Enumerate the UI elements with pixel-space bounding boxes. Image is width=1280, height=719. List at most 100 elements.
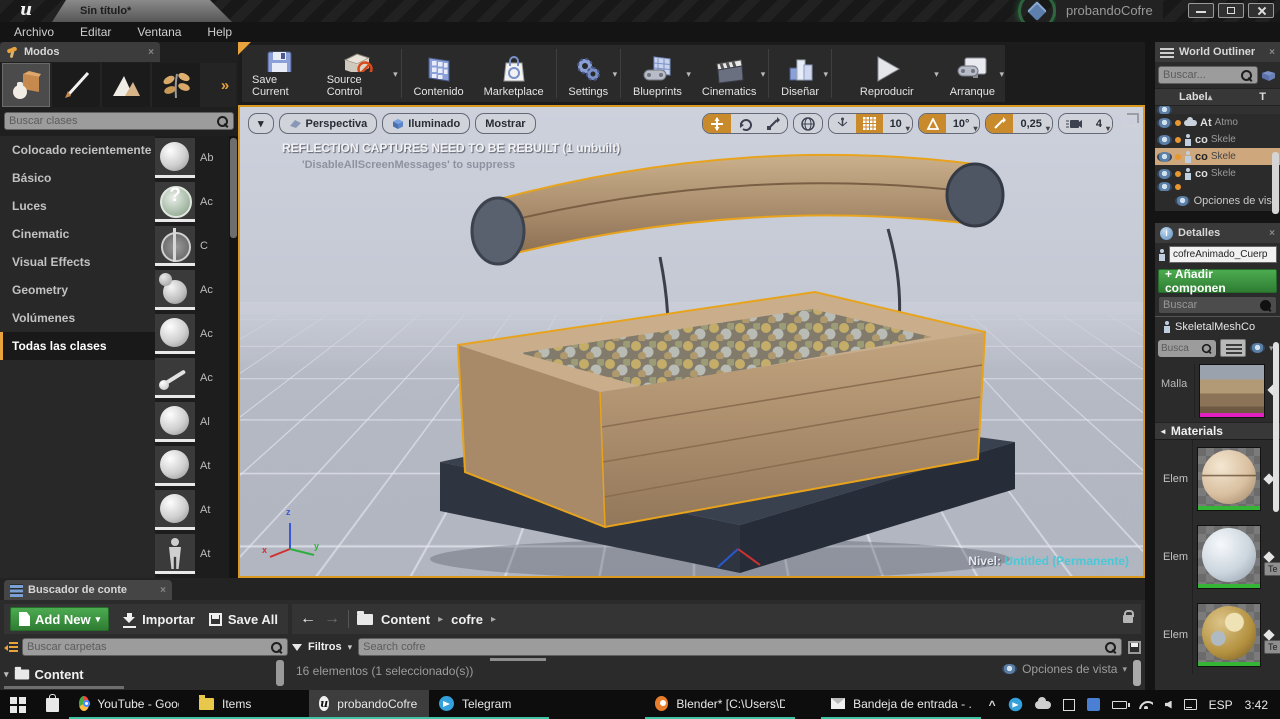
save-all-button[interactable]: Save All	[209, 612, 278, 627]
outliner-row-clipped[interactable]	[1155, 106, 1280, 114]
content-folder-row[interactable]: ▾ Content	[4, 662, 274, 686]
task-blender[interactable]: Blender* [C:\Users\D...	[645, 690, 795, 719]
material-thumbnail[interactable]	[1197, 603, 1261, 667]
close-icon[interactable]: ×	[160, 585, 166, 596]
filters-button[interactable]: Filtros	[308, 641, 342, 653]
task-unreal-active[interactable]: u probandoCofre - Unr...	[309, 690, 429, 719]
chevron-down-icon[interactable]: ▾	[999, 69, 1004, 80]
visibility-eye-icon[interactable]	[1157, 135, 1172, 145]
battery-icon[interactable]	[1112, 701, 1127, 709]
perspective-button[interactable]: Perspectiva	[279, 113, 378, 134]
folder-tree-hscrollbar[interactable]	[4, 686, 124, 689]
onedrive-icon[interactable]	[1035, 701, 1051, 709]
mesh-thumbnail[interactable]	[1199, 364, 1265, 418]
marketplace-button[interactable]: Marketplace	[474, 45, 554, 102]
chevron-down-icon[interactable]: ▾	[393, 69, 398, 80]
tray-app-icon[interactable]	[1063, 699, 1075, 711]
menu-help[interactable]: Help	[207, 25, 232, 39]
create-folder-icon[interactable]	[1261, 68, 1277, 82]
visibility-eye-icon[interactable]	[1157, 106, 1172, 114]
world-local-toggle-button[interactable]	[794, 114, 822, 133]
chevron-down-icon[interactable]: ▾	[348, 642, 353, 653]
category-item[interactable]: Volúmenes	[0, 304, 155, 332]
actor-name-field[interactable]	[1169, 246, 1277, 263]
close-icon[interactable]: ×	[148, 47, 154, 58]
components-search-input[interactable]	[1163, 299, 1259, 311]
type-column-header[interactable]: T	[1259, 91, 1266, 103]
telegram-tray-icon[interactable]	[1008, 698, 1022, 712]
camera-speed-button[interactable]	[1059, 114, 1089, 133]
outliner-row[interactable]: co Skele	[1155, 165, 1280, 182]
skeletal-mesh-component-row[interactable]: SkeletalMeshCo	[1155, 316, 1280, 336]
rotation-snap-value[interactable]: 10°▾	[946, 114, 980, 133]
scale-tool-button[interactable]	[759, 114, 787, 133]
action-center-icon[interactable]	[1184, 699, 1197, 710]
reset-diamond-icon[interactable]	[1263, 551, 1274, 562]
document-tab[interactable]: Sin título*	[52, 0, 232, 22]
chevron-down-icon[interactable]: ▾	[934, 69, 939, 80]
settings-button[interactable]: Settings ▾	[558, 45, 618, 102]
class-item[interactable]: Ab	[155, 136, 230, 180]
add-new-button[interactable]: Add New ▾	[10, 607, 109, 631]
outliner-search-input[interactable]	[1163, 69, 1240, 81]
close-button[interactable]	[1248, 3, 1274, 18]
modes-tab[interactable]: Modos ×	[0, 42, 160, 62]
visibility-eye-icon[interactable]	[1157, 152, 1172, 162]
import-button[interactable]: Importar	[123, 612, 195, 627]
lit-mode-button[interactable]: Iluminado	[382, 113, 470, 134]
cinematics-button[interactable]: Cinematics ▾	[692, 45, 766, 102]
task-mail[interactable]: Bandeja de entrada - ...	[821, 690, 981, 719]
start-button[interactable]	[0, 690, 36, 719]
materials-section-header[interactable]: ◄ Materials	[1155, 422, 1280, 440]
menu-archivo[interactable]: Archivo	[14, 25, 54, 39]
details-header[interactable]: i Detalles ×	[1155, 223, 1280, 243]
clipped-texture-button[interactable]: Te	[1264, 562, 1280, 576]
back-button[interactable]: ←	[300, 610, 316, 628]
save-current-button[interactable]: Save Current	[242, 45, 317, 102]
close-icon[interactable]: ×	[1269, 228, 1275, 239]
class-item[interactable]: Ac	[155, 312, 230, 356]
close-icon[interactable]: ×	[1269, 47, 1275, 58]
scale-snap-button[interactable]	[986, 114, 1013, 133]
visibility-eye-icon[interactable]	[1157, 169, 1172, 179]
task-youtube[interactable]: YouTube - Google C...	[69, 690, 189, 719]
chevron-down-icon[interactable]: ▾	[686, 69, 691, 80]
class-item[interactable]: At	[155, 532, 230, 576]
camera-speed-value[interactable]: 4▾	[1089, 114, 1112, 133]
volume-icon[interactable]	[1165, 701, 1172, 709]
material-thumbnail[interactable]	[1197, 447, 1261, 511]
tray-app-icon[interactable]	[1087, 698, 1100, 711]
language-indicator[interactable]: ESP	[1209, 698, 1233, 712]
class-item[interactable]: Ac	[155, 180, 230, 224]
menu-ventana[interactable]: Ventana	[137, 25, 181, 39]
category-item[interactable]: Cinematic	[0, 220, 155, 248]
chevron-down-icon[interactable]: ▾	[824, 69, 829, 80]
class-item[interactable]: At	[155, 444, 230, 488]
display-filter-eye-icon[interactable]	[1250, 343, 1265, 353]
content-browser-tab[interactable]: Buscador de conte ×	[4, 580, 172, 600]
surface-snap-button[interactable]	[829, 114, 856, 133]
classes-search-input[interactable]	[9, 115, 216, 127]
category-item[interactable]: Visual Effects	[0, 248, 155, 276]
class-item[interactable]: Ac	[155, 268, 230, 312]
view-options-button[interactable]: Opciones de vista ▾	[1002, 662, 1127, 676]
outliner-row[interactable]: co Skele	[1155, 131, 1280, 148]
source-control-button[interactable]: Source Control ▾	[317, 45, 399, 102]
world-outliner-header[interactable]: World Outliner ×	[1155, 42, 1280, 62]
rotation-snap-button[interactable]	[919, 114, 946, 133]
visibility-eye-icon[interactable]	[1157, 182, 1172, 191]
viewport-options-button[interactable]: ▾	[248, 113, 274, 134]
asset-search-input[interactable]	[363, 641, 1104, 653]
visibility-eye-icon[interactable]	[1157, 118, 1172, 128]
grid-snap-button[interactable]	[856, 114, 883, 133]
add-component-button[interactable]: + Añadir componen	[1158, 269, 1277, 293]
class-item[interactable]: Al	[155, 400, 230, 444]
folder-tree-scrollbar[interactable]	[276, 660, 284, 686]
menu-editar[interactable]: Editar	[80, 25, 111, 39]
collapse-sources-icon[interactable]	[4, 641, 18, 653]
play-button[interactable]: Reproducir ▾	[834, 45, 940, 102]
property-matrix-button[interactable]	[1220, 339, 1246, 357]
paint-mode-button[interactable]	[52, 63, 100, 107]
class-list-scrollbar[interactable]	[230, 138, 237, 238]
blueprints-button[interactable]: Blueprints ▾	[623, 45, 692, 102]
